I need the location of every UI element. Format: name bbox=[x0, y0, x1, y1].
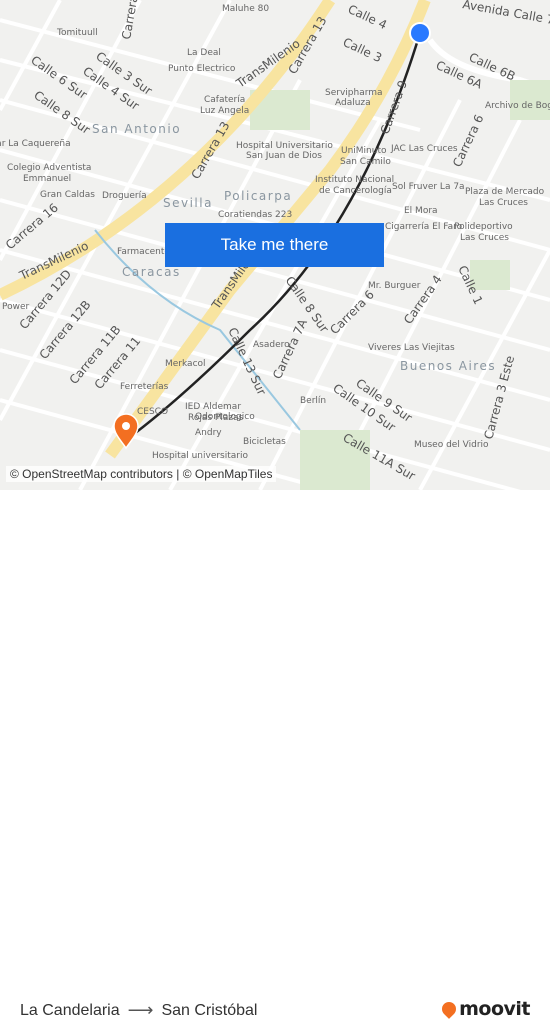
street-label: Carrera 6 bbox=[450, 112, 486, 169]
poi-label: Viveres Las Viejitas bbox=[368, 343, 455, 353]
poi-label: Cafatería bbox=[204, 95, 245, 105]
street-label: Calle 4 bbox=[346, 2, 389, 32]
poi-label: Colegio Adventista bbox=[7, 163, 91, 173]
poi-label: Polideportivo bbox=[454, 222, 513, 232]
route-summary: La Candelaria ⟶ San Cristóbal bbox=[20, 1000, 257, 1021]
poi-label: Gran Caldas bbox=[40, 190, 95, 200]
poi-label: Bicicletas bbox=[243, 437, 286, 447]
poi-label: Berlín bbox=[300, 396, 326, 406]
map-attribution[interactable]: © OpenStreetMap contributors | © OpenMap… bbox=[6, 466, 277, 482]
brand-name: moovit bbox=[459, 998, 530, 1020]
take-me-there-button[interactable]: Take me there bbox=[165, 223, 384, 267]
footer: La Candelaria ⟶ San Cristóbal moovit bbox=[0, 490, 550, 1020]
neighborhood-label: Sevilla bbox=[163, 196, 213, 210]
neighborhood-label: San Antonio bbox=[92, 122, 181, 136]
poi-label: IED Aldemar bbox=[185, 402, 241, 412]
poi-label: Las Cruces bbox=[460, 233, 509, 243]
street-label: Avenida Calle 7 bbox=[461, 0, 550, 27]
poi-label: Emmanuel bbox=[23, 174, 71, 184]
poi-label: Andry bbox=[195, 428, 222, 438]
poi-label: Asadero bbox=[253, 340, 290, 350]
map[interactable]: Calle 6 Sur Calle 3 Sur Calle 4 Sur Call… bbox=[0, 0, 550, 490]
poi-label: Adaluza bbox=[335, 98, 371, 108]
poi-label: Instituto Nacional bbox=[315, 175, 394, 185]
poi-label: San Juan de Dios bbox=[246, 151, 322, 161]
poi-label: Maluhe 80 bbox=[222, 4, 269, 14]
origin-name: La Candelaria bbox=[20, 1001, 120, 1019]
poi-label: Sol Fruver La 7a bbox=[392, 182, 465, 192]
poi-label: Mr. Burguer bbox=[368, 281, 421, 291]
arrow-right-icon: ⟶ bbox=[127, 1000, 154, 1020]
poi-label: Hospital universitario bbox=[152, 451, 248, 461]
poi-label: JAC Las Cruces bbox=[390, 144, 458, 154]
poi-label: Hospital Universitario bbox=[236, 141, 333, 151]
poi-label: Luz Angela bbox=[200, 106, 249, 116]
poi-label: CESCO bbox=[137, 407, 168, 417]
origin-marker[interactable] bbox=[409, 22, 431, 44]
moovit-pin-icon bbox=[439, 999, 460, 1019]
poi-label: Coratiendas 223 bbox=[218, 210, 292, 220]
poi-label: Tomituull bbox=[56, 28, 98, 38]
street-label: Carrera 13 bbox=[188, 119, 232, 181]
moovit-logo[interactable]: moovit bbox=[439, 998, 530, 1020]
street-label: Carrera bbox=[119, 0, 141, 41]
poi-label: Las Cruces bbox=[479, 198, 528, 208]
neighborhood-label: Caracas bbox=[122, 265, 181, 279]
poi-label: Plaza de Mercado bbox=[465, 187, 545, 197]
poi-label: Droguería bbox=[102, 191, 147, 201]
poi-label: San Camilo bbox=[340, 157, 391, 167]
poi-label: Power bbox=[2, 302, 30, 312]
poi-label: Museo del Vidrio bbox=[414, 440, 489, 450]
poi-label: La Deal bbox=[187, 48, 221, 58]
neighborhood-label: Buenos Aires bbox=[400, 359, 496, 373]
poi-label: Punto Electrico bbox=[168, 64, 236, 74]
poi-label: Odontologico bbox=[195, 412, 255, 422]
neighborhood-label: Policarpa bbox=[224, 189, 292, 203]
poi-label: Bar La Caquereña bbox=[0, 139, 71, 149]
destination-name: San Cristóbal bbox=[161, 1001, 258, 1019]
poi-label: Cigarrería El Faro bbox=[385, 222, 463, 232]
poi-label: Merkacol bbox=[165, 359, 206, 369]
poi-label: Ferreterías bbox=[120, 382, 169, 392]
poi-label: Archivo de Bogotá bbox=[485, 101, 550, 111]
poi-label: Servipharma bbox=[325, 88, 383, 98]
poi-label: El Mora bbox=[404, 206, 438, 216]
poi-label: de Cancerología bbox=[319, 186, 392, 196]
street-label: Calle 3 bbox=[341, 35, 384, 65]
poi-label: UniMinuto bbox=[341, 146, 387, 156]
